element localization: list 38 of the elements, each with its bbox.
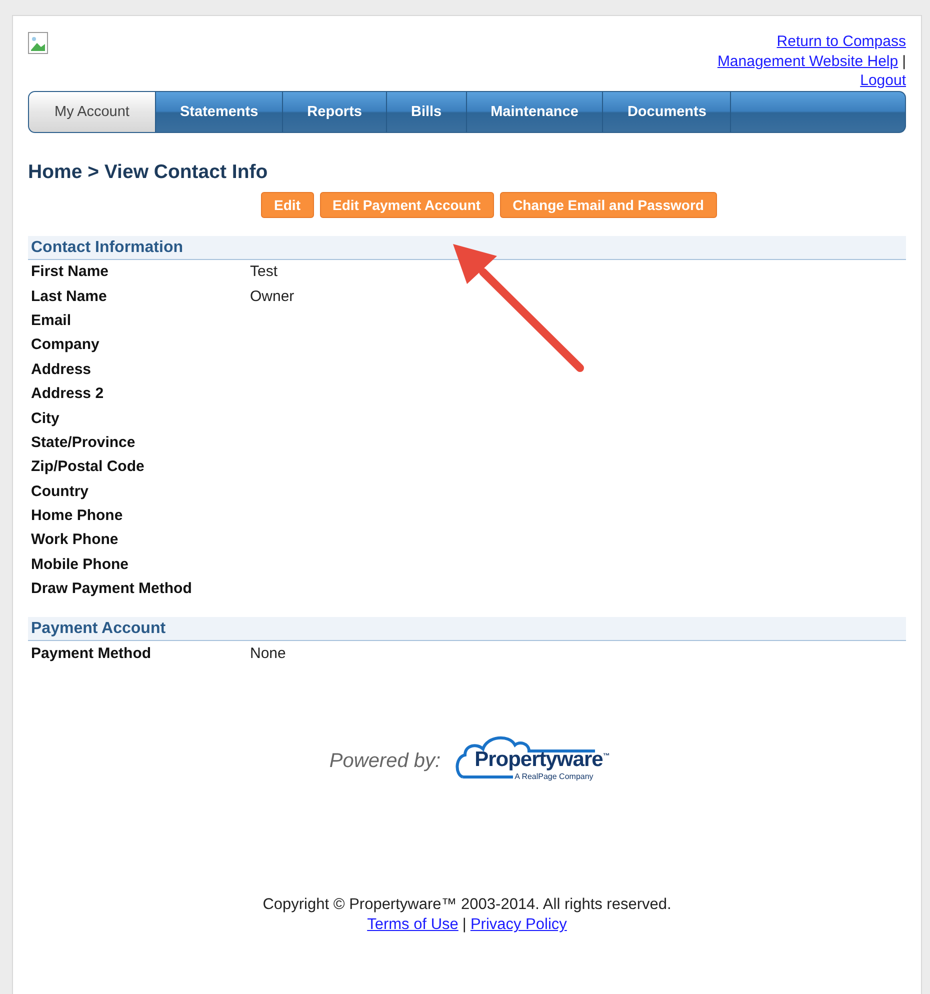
field-label: Payment Method <box>31 644 152 662</box>
footer-link[interactable]: Terms of Use <box>367 915 458 936</box>
nav-tab[interactable]: Reports <box>283 92 387 132</box>
nav-tab[interactable]: Maintenance <box>466 92 604 132</box>
field-label: Mobile Phone <box>31 556 130 573</box>
company-logo: Propertyware$^{™}$ A RealPage Company <box>452 731 625 792</box>
nav-tab[interactable]: Statements <box>156 92 284 132</box>
header-link[interactable]: Management Website Help <box>717 52 898 71</box>
footer-link[interactable]: Privacy Policy <box>470 915 567 936</box>
section-header: Payment Account <box>28 616 906 641</box>
broken-image-icon <box>28 32 48 54</box>
link-separator: | <box>902 52 906 71</box>
field-label: Home Phone <box>31 507 124 524</box>
header-link[interactable]: Return to Compass <box>776 32 906 52</box>
field-label: Address <box>31 360 92 378</box>
section-header: Contact Information <box>28 236 906 260</box>
field-label: State/Province <box>31 434 136 451</box>
link-separator: | <box>462 915 466 936</box>
copyright-text: Copyright © Propertyware™ 2003-2014. All rights reserved. <box>262 895 672 916</box>
field-label: First Name <box>31 263 110 280</box>
field-label: Address 2 <box>31 385 105 402</box>
field-value: Test <box>250 263 278 280</box>
nav-tab[interactable]: Bills <box>386 92 467 132</box>
nav-tab[interactable]: Documents <box>603 92 732 132</box>
field-label: Zip/Postal Code <box>31 458 146 476</box>
field-label: Company <box>31 336 100 354</box>
field-label: Email <box>31 312 72 329</box>
field-label: Draw Payment Method <box>31 580 193 598</box>
nav-tab[interactable]: My Account <box>29 92 156 132</box>
field-label: Last Name <box>31 288 108 305</box>
breadcrumb: Home > View Contact Info <box>28 160 269 184</box>
field-value: None <box>250 644 286 662</box>
field-label: City <box>31 410 60 427</box>
header-link[interactable]: Logout <box>860 71 906 90</box>
field-label: Country <box>31 482 90 500</box>
powered-by-label: Powered by: <box>329 750 441 773</box>
field-value: Owner <box>250 288 294 305</box>
field-label: Work Phone <box>31 531 120 548</box>
